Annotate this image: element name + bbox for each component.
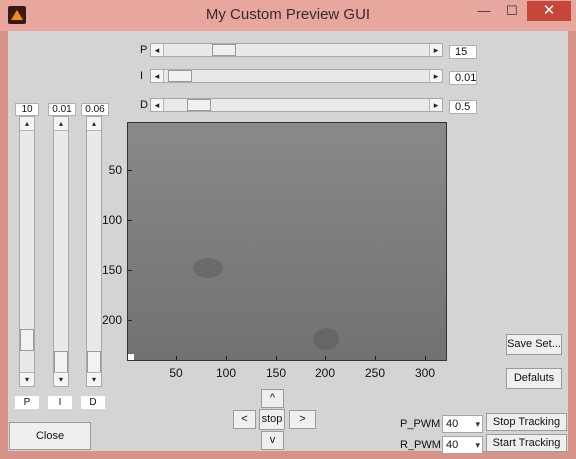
plot-origin-marker [128,354,134,360]
slider-up-arrow-icon[interactable]: ▴ [54,117,68,131]
x-tick-label: 300 [414,366,436,380]
x-tick-label: 50 [169,366,183,380]
save-settings-button[interactable]: Save Set... [506,334,562,355]
d-slider-thumb[interactable] [187,99,212,111]
vslider-i-label: I [48,396,72,409]
p-slider[interactable]: ◂ ▸ [150,43,443,57]
y-tick-label: 50 [108,163,122,177]
r-pwm-select[interactable]: 40 ▾ [442,436,483,454]
x-tick-label: 250 [364,366,386,380]
move-left-button[interactable]: < [233,410,256,429]
p-value-field[interactable]: 15 [449,45,477,59]
r-pwm-label: R_PWM [400,439,441,451]
x-tick-label: 100 [215,366,237,380]
y-tick-label: 150 [101,263,122,277]
slider-right-arrow-icon[interactable]: ▸ [429,99,442,111]
i-value-field[interactable]: 0.01 [449,71,477,85]
dropdown-arrow-icon: ▾ [475,419,480,429]
vslider-d-value[interactable]: 0.06 [81,103,109,116]
i-slider-thumb[interactable] [167,70,192,82]
y-tick-mark [128,170,132,171]
x-tick-mark [176,356,177,360]
move-right-button[interactable]: > [289,410,316,429]
p-pwm-label: P_PWM [400,418,441,430]
vslider-i-value[interactable]: 0.01 [48,103,76,116]
slider-up-arrow-icon[interactable]: ▴ [20,117,34,131]
vslider-p-value[interactable]: 10 [15,103,39,116]
stop-tracking-button[interactable]: Stop Tracking [486,413,567,431]
slider-down-arrow-icon[interactable]: ▾ [20,372,34,386]
y-tick-mark [128,320,132,321]
x-tick-mark [325,356,326,360]
p-pwm-select[interactable]: 40 ▾ [442,415,483,433]
slider-left-arrow-icon[interactable]: ◂ [151,99,164,111]
slider-down-arrow-icon[interactable]: ▾ [87,372,101,386]
defaults-button[interactable]: Defaluts [506,368,562,389]
x-tick-mark [375,356,376,360]
vslider-p[interactable]: ▴ ▾ [19,116,35,387]
vslider-d-thumb[interactable] [87,351,101,373]
vslider-d[interactable]: ▴ ▾ [86,116,102,387]
vslider-i[interactable]: ▴ ▾ [53,116,69,387]
slider-up-arrow-icon[interactable]: ▴ [87,117,101,131]
move-up-button[interactable]: ^ [261,389,284,408]
move-down-button[interactable]: v [261,431,284,450]
d-value-field[interactable]: 0.5 [449,100,477,114]
stop-button[interactable]: stop [259,409,285,430]
dropdown-arrow-icon: ▾ [475,440,480,450]
minimize-button[interactable]: — [470,1,498,21]
y-tick-label: 100 [101,213,122,227]
close-window-button[interactable]: ✕ [527,1,571,21]
vslider-d-label: D [81,396,105,409]
slider-down-arrow-icon[interactable]: ▾ [54,372,68,386]
r-pwm-value: 40 [446,439,459,451]
slider-right-arrow-icon[interactable]: ▸ [429,44,442,56]
d-slider-label: D [140,99,148,111]
camera-preview-image [127,122,447,361]
x-tick-label: 200 [314,366,336,380]
close-button[interactable]: Close [9,422,91,450]
y-tick-mark [128,270,132,271]
start-tracking-button[interactable]: Start Tracking [486,434,567,452]
p-slider-thumb[interactable] [211,44,236,56]
x-tick-label: 150 [265,366,287,380]
p-pwm-value: 40 [446,418,459,430]
slider-left-arrow-icon[interactable]: ◂ [151,70,164,82]
y-tick-mark [128,220,132,221]
i-slider[interactable]: ◂ ▸ [150,69,443,83]
x-tick-mark [226,356,227,360]
x-tick-mark [276,356,277,360]
x-tick-mark [425,356,426,360]
vslider-p-label: P [15,396,39,409]
y-tick-label: 200 [101,313,122,327]
slider-right-arrow-icon[interactable]: ▸ [429,70,442,82]
p-slider-label: P [140,44,148,56]
vslider-i-thumb[interactable] [54,351,68,373]
vslider-p-thumb[interactable] [20,328,34,351]
d-slider[interactable]: ◂ ▸ [150,98,443,112]
i-slider-label: I [140,70,144,82]
slider-left-arrow-icon[interactable]: ◂ [151,44,164,56]
maximize-button[interactable]: ☐ [498,1,526,21]
